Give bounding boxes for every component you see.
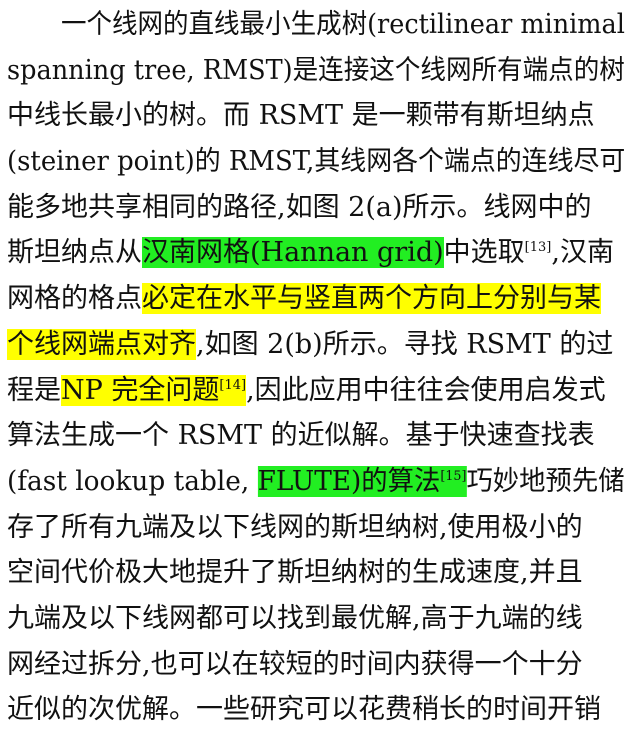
- text-segment: 个线网端点对齐,如图 2(b)所示。寻找 RSMT 的过: [7, 322, 613, 368]
- text-segment: 斯坦纳点从汉南网格(Hannan grid)中选取[13],汉南: [7, 230, 614, 276]
- text-line: 中线长最小的树。而 RSMT 是一颗带有斯坦纳点: [7, 93, 625, 139]
- text-segment: 网格的格点必定在水平与竖直两个方向上分别与某: [7, 276, 601, 322]
- text-line: 程是NP 完全问题[14],因此应用中往往会使用启发式: [7, 368, 625, 414]
- text-line: 空间代价极大地提升了斯坦纳树的生成速度,并且: [7, 550, 625, 596]
- text-line: 九端及以下线网都可以找到最优解,高于九端的线: [7, 596, 625, 642]
- text-segment: spanning tree, RMST)是连接这个线网所有端点的树: [7, 54, 625, 86]
- text-segment: 一个线网的直线最小生成树(rectilinear minimal: [61, 9, 625, 40]
- text-segment: 中线长最小的树。而 RSMT 是一颗带有斯坦纳点: [7, 100, 595, 132]
- text-fragment: 网格的格点: [7, 283, 142, 315]
- citation-13: [13]: [524, 240, 552, 256]
- text-line: 存了所有九端及以下线网的斯坦纳树,使用极小的: [7, 505, 625, 551]
- text-segment: 存了所有九端及以下线网的斯坦纳树,使用极小的: [7, 511, 583, 543]
- text-fragment: ,因此应用中往往会使用启发式: [246, 374, 606, 406]
- text-line: 近似的次优解。一些研究可以花费稍长的时间开销: [7, 687, 625, 733]
- yellow-highlight: 个线网端点对齐: [7, 328, 196, 360]
- text-line: (fast lookup table, FLUTE)的算法[15]巧妙地预先储: [7, 459, 625, 505]
- text-fragment: 中选取: [443, 237, 525, 269]
- text-line: 算法生成一个 RSMT 的近似解。基于快速查找表: [7, 413, 625, 459]
- text-line: (steiner point)的 RMST,其线网各个端点的连线尽可: [7, 139, 625, 185]
- text-line: 网格的格点必定在水平与竖直两个方向上分别与某: [7, 276, 625, 322]
- text-line: 个线网端点对齐,如图 2(b)所示。寻找 RSMT 的过: [7, 322, 625, 368]
- text-segment: 程是NP 完全问题[14],因此应用中往往会使用启发式: [7, 368, 606, 414]
- text-segment: 算法生成一个 RSMT 的近似解。基于快速查找表: [7, 420, 595, 452]
- text-fragment: 巧妙地预先储: [466, 465, 625, 497]
- highlight-text: NP 完全问题: [61, 374, 220, 406]
- text-segment: 空间代价极大地提升了斯坦纳树的生成速度,并且: [7, 557, 583, 589]
- text-fragment: 斯坦纳点从: [7, 237, 142, 269]
- text-segment: (steiner point)的 RMST,其线网各个端点的连线尽可: [7, 146, 626, 178]
- text-segment: (fast lookup table, FLUTE)的算法[15]巧妙地预先储: [7, 459, 625, 505]
- text-line: 网经过拆分,也可以在较短的时间内获得一个十分: [7, 642, 625, 688]
- text-fragment: ,如图 2(b)所示。寻找 RSMT 的过: [196, 328, 614, 360]
- text-segment: 网经过拆分,也可以在较短的时间内获得一个十分: [7, 648, 583, 680]
- text-fragment: ,汉南: [551, 237, 614, 269]
- document-body: 一个线网的直线最小生成树(rectilinear minimal spannin…: [7, 2, 625, 733]
- text-segment: 近似的次优解。一些研究可以花费稍长的时间开销: [7, 694, 601, 726]
- text-fragment: (fast lookup table,: [7, 465, 250, 497]
- text-segment: 能多地共享相同的路径,如图 2(a)所示。线网中的: [7, 191, 592, 223]
- citation-14: [14]: [219, 377, 247, 393]
- citation-15: [15]: [440, 468, 467, 484]
- text-segment: 九端及以下线网都可以找到最优解,高于九端的线: [7, 602, 583, 634]
- text-line: 一个线网的直线最小生成树(rectilinear minimal: [7, 2, 625, 48]
- green-highlight: FLUTE)的算法[15]: [257, 465, 467, 497]
- text-fragment: 程是: [7, 374, 61, 406]
- yellow-highlight: NP 完全问题[14]: [61, 374, 247, 406]
- text-line: spanning tree, RMST)是连接这个线网所有端点的树: [7, 48, 625, 94]
- text-line: 能多地共享相同的路径,如图 2(a)所示。线网中的: [7, 185, 625, 231]
- highlight-text: FLUTE)的算法: [257, 465, 441, 497]
- text-line: 斯坦纳点从汉南网格(Hannan grid)中选取[13],汉南: [7, 230, 625, 276]
- green-highlight: 汉南网格(Hannan grid): [142, 237, 444, 269]
- yellow-highlight: 必定在水平与竖直两个方向上分别与某: [142, 283, 601, 315]
